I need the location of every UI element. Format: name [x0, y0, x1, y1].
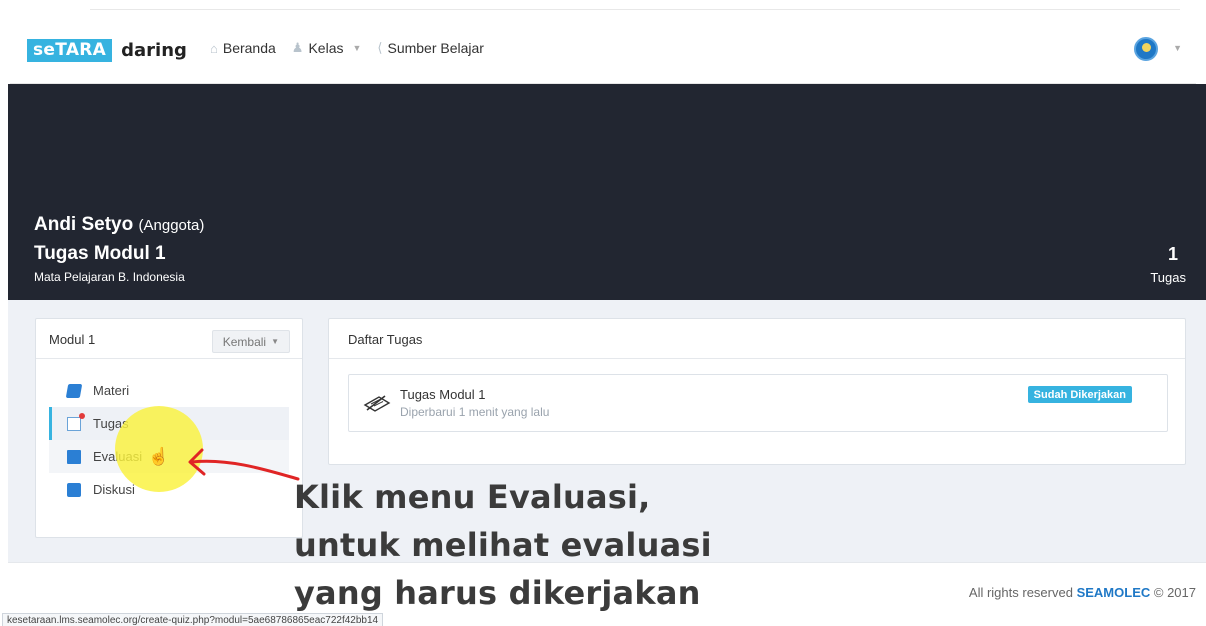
- nav-item-kelas[interactable]: ♟ Kelas ▼: [292, 40, 362, 56]
- user-avatar[interactable]: [1134, 37, 1158, 61]
- subject-label: Mata Pelajaran B. Indonesia: [34, 270, 185, 284]
- logo[interactable]: seTARA daring: [27, 38, 187, 62]
- book-icon: [65, 383, 83, 398]
- footer-rights: All rights reserved: [968, 585, 1073, 600]
- caption-line: Klik menu Evaluasi,: [294, 478, 651, 516]
- task-list-panel: Daftar Tugas Tugas Modul 1 Diperbarui 1 …: [328, 318, 1186, 465]
- caption-line: untuk melihat evaluasi: [294, 526, 712, 564]
- navbar: seTARA daring ⌂ Beranda ♟ Kelas ▼ ⟨ Sumb…: [10, 12, 1196, 84]
- main-nav: ⌂ Beranda ♟ Kelas ▼ ⟨ Sumber Belajar: [210, 40, 484, 56]
- footer-text: All rights reserved SEAMOLEC © 2017: [969, 585, 1196, 600]
- arrow-icon: [188, 448, 300, 481]
- users-icon: ♟: [291, 40, 304, 55]
- chevron-down-icon[interactable]: ▼: [1173, 43, 1182, 53]
- sidebar-item-label: Materi: [93, 383, 130, 398]
- module-title: Tugas Modul 1: [34, 243, 166, 264]
- nav-item-sumber-belajar[interactable]: ⟨ Sumber Belajar: [377, 40, 484, 56]
- logo-text: daring: [121, 39, 187, 61]
- task-count: 1: [1167, 244, 1178, 264]
- sidebar-title: Modul 1: [49, 332, 96, 347]
- nav-label: Sumber Belajar: [387, 40, 484, 56]
- nav-label: Beranda: [222, 40, 276, 56]
- logo-badge: seTARA: [27, 38, 113, 62]
- back-button-label: Kembali: [222, 334, 267, 349]
- chat-icon: [67, 482, 81, 497]
- sidebar-header: Modul 1 Kembali ▼: [36, 319, 302, 359]
- status-badge: Sudah Dikerjakan: [1027, 386, 1132, 403]
- module-header: Andi Setyo (Anggota) Tugas Modul 1 Mata …: [8, 84, 1206, 300]
- page: seTARA daring ⌂ Beranda ♟ Kelas ▼ ⟨ Sumb…: [0, 0, 1206, 626]
- caption-line: yang harus dikerjakan: [294, 574, 701, 612]
- user-name: Andi Setyo (Anggota): [34, 214, 204, 236]
- home-icon: ⌂: [210, 40, 218, 56]
- sidebar-item-label: Diskusi: [93, 482, 135, 497]
- pencil-paper-icon: [363, 395, 391, 412]
- task-list-header: Daftar Tugas: [329, 319, 1185, 359]
- task-card[interactable]: Tugas Modul 1 Diperbarui 1 menit yang la…: [348, 374, 1168, 432]
- task-list-title: Daftar Tugas: [348, 332, 423, 347]
- back-button[interactable]: Kembali ▼: [211, 330, 290, 353]
- user-name-text: Andi Setyo: [34, 214, 134, 235]
- clipboard-icon: [67, 449, 81, 464]
- chevron-down-icon: ▼: [271, 337, 279, 346]
- annotation-caption: Klik menu Evaluasi, untuk melihat evalua…: [294, 473, 712, 617]
- sidebar-item-materi[interactable]: Materi: [49, 374, 289, 407]
- hand-cursor-icon: ☝: [148, 447, 170, 466]
- footer-copyright: © 2017: [1153, 585, 1196, 600]
- task-title[interactable]: Tugas Modul 1: [400, 387, 486, 402]
- task-count-label: Tugas: [1150, 270, 1186, 285]
- browser-top-strip: [90, 0, 1180, 10]
- share-icon: ⟨: [377, 40, 383, 55]
- nav-label: Kelas: [308, 40, 344, 56]
- nav-item-beranda[interactable]: ⌂ Beranda: [210, 40, 276, 56]
- footer-brand-link[interactable]: SEAMOLEC: [1077, 585, 1151, 600]
- chevron-down-icon: ▼: [352, 43, 362, 53]
- user-role: (Anggota): [138, 217, 205, 234]
- document-icon: [67, 412, 85, 431]
- task-updated: Diperbarui 1 menit yang lalu: [400, 405, 550, 419]
